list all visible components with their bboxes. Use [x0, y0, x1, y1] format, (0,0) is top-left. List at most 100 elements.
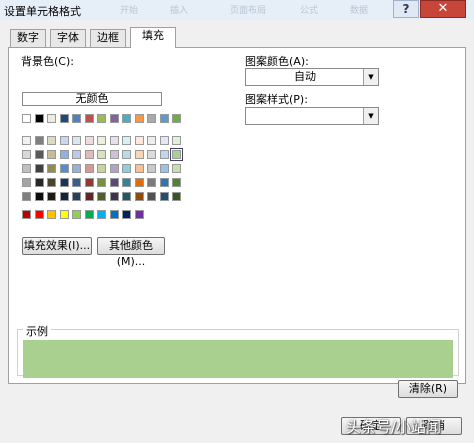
color-swatch[interactable]: [59, 178, 69, 187]
color-swatch[interactable]: [34, 114, 44, 123]
color-swatch[interactable]: [172, 114, 181, 123]
color-swatch[interactable]: [59, 164, 69, 173]
color-swatch[interactable]: [159, 136, 169, 145]
color-swatch[interactable]: [22, 136, 31, 145]
color-swatch[interactable]: [47, 114, 56, 123]
color-swatch[interactable]: [34, 178, 44, 187]
color-swatch[interactable]: [47, 192, 56, 201]
color-swatch[interactable]: [122, 210, 131, 219]
color-swatch[interactable]: [59, 210, 69, 219]
color-swatch[interactable]: [147, 178, 156, 187]
color-swatch[interactable]: [84, 114, 94, 123]
color-swatch[interactable]: [109, 210, 119, 219]
pattern-style-dropdown[interactable]: ▼: [245, 107, 379, 125]
color-swatch[interactable]: [109, 164, 119, 173]
color-swatch[interactable]: [72, 136, 81, 145]
color-swatch[interactable]: [172, 164, 181, 173]
color-swatch[interactable]: [109, 114, 119, 123]
color-swatch[interactable]: [134, 114, 144, 123]
color-swatch[interactable]: [147, 164, 156, 173]
help-button[interactable]: ?: [393, 0, 419, 18]
fill-effects-button[interactable]: 填充效果(I)...: [22, 237, 92, 255]
color-swatch[interactable]: [59, 150, 69, 159]
color-swatch[interactable]: [122, 178, 131, 187]
tab-border[interactable]: 边框: [90, 29, 126, 47]
color-swatch[interactable]: [97, 150, 106, 159]
color-swatch[interactable]: [22, 114, 31, 123]
tab-font[interactable]: 字体: [50, 29, 86, 47]
color-swatch[interactable]: [134, 164, 144, 173]
color-swatch[interactable]: [22, 210, 31, 219]
color-swatch[interactable]: [159, 150, 169, 159]
color-swatch[interactable]: [34, 210, 44, 219]
color-swatch[interactable]: [109, 136, 119, 145]
color-swatch[interactable]: [59, 136, 69, 145]
color-swatch[interactable]: [122, 114, 131, 123]
color-swatch[interactable]: [72, 178, 81, 187]
color-swatch[interactable]: [47, 178, 56, 187]
pattern-color-dropdown[interactable]: 自动 ▼: [245, 68, 379, 86]
color-swatch[interactable]: [134, 178, 144, 187]
color-swatch[interactable]: [109, 150, 119, 159]
color-swatch[interactable]: [122, 136, 131, 145]
color-swatch[interactable]: [159, 192, 169, 201]
color-swatch[interactable]: [84, 150, 94, 159]
color-swatch[interactable]: [122, 192, 131, 201]
color-swatch[interactable]: [34, 192, 44, 201]
color-swatch[interactable]: [97, 210, 106, 219]
color-swatch[interactable]: [22, 192, 31, 201]
color-swatch[interactable]: [97, 136, 106, 145]
color-swatch[interactable]: [147, 114, 156, 123]
color-swatch[interactable]: [34, 136, 44, 145]
color-swatch[interactable]: [47, 136, 56, 145]
color-swatch[interactable]: [122, 150, 131, 159]
no-color-button[interactable]: 无颜色: [22, 92, 162, 106]
color-swatch[interactable]: [84, 164, 94, 173]
color-swatch[interactable]: [97, 114, 106, 123]
color-swatch[interactable]: [122, 164, 131, 173]
color-swatch[interactable]: [134, 192, 144, 201]
color-swatch[interactable]: [59, 114, 69, 123]
color-swatch[interactable]: [109, 192, 119, 201]
color-swatch[interactable]: [97, 192, 106, 201]
color-swatch[interactable]: [134, 150, 144, 159]
color-swatch[interactable]: [59, 192, 69, 201]
color-swatch[interactable]: [84, 210, 94, 219]
color-swatch[interactable]: [47, 150, 56, 159]
color-swatch[interactable]: [97, 164, 106, 173]
more-colors-button[interactable]: 其他颜色(M)...: [97, 237, 165, 268]
color-swatch[interactable]: [170, 148, 183, 161]
color-swatch[interactable]: [72, 164, 81, 173]
color-swatch[interactable]: [172, 178, 181, 187]
color-swatch[interactable]: [22, 178, 31, 187]
color-swatch[interactable]: [47, 210, 56, 219]
color-swatch[interactable]: [109, 178, 119, 187]
color-swatch[interactable]: [72, 210, 81, 219]
color-swatch[interactable]: [22, 164, 31, 173]
color-swatch[interactable]: [34, 150, 44, 159]
color-swatch[interactable]: [147, 192, 156, 201]
tab-number[interactable]: 数字: [10, 29, 46, 47]
color-swatch[interactable]: [72, 114, 81, 123]
color-swatch[interactable]: [159, 114, 169, 123]
color-swatch[interactable]: [84, 192, 94, 201]
clear-button[interactable]: 清除(R): [398, 380, 458, 398]
color-swatch[interactable]: [147, 136, 156, 145]
color-swatch[interactable]: [147, 150, 156, 159]
close-button[interactable]: ✕: [420, 0, 466, 18]
color-swatch[interactable]: [34, 164, 44, 173]
color-swatch[interactable]: [159, 164, 169, 173]
color-swatch[interactable]: [159, 178, 169, 187]
color-swatch[interactable]: [172, 192, 181, 201]
color-swatch[interactable]: [84, 136, 94, 145]
color-swatch[interactable]: [72, 150, 81, 159]
color-swatch[interactable]: [172, 136, 181, 145]
color-swatch[interactable]: [47, 164, 56, 173]
color-swatch[interactable]: [22, 150, 31, 159]
color-swatch[interactable]: [72, 192, 81, 201]
color-swatch[interactable]: [97, 178, 106, 187]
color-swatch[interactable]: [134, 136, 144, 145]
tab-fill[interactable]: 填充: [130, 27, 176, 48]
color-swatch[interactable]: [84, 178, 94, 187]
color-swatch[interactable]: [134, 210, 144, 219]
